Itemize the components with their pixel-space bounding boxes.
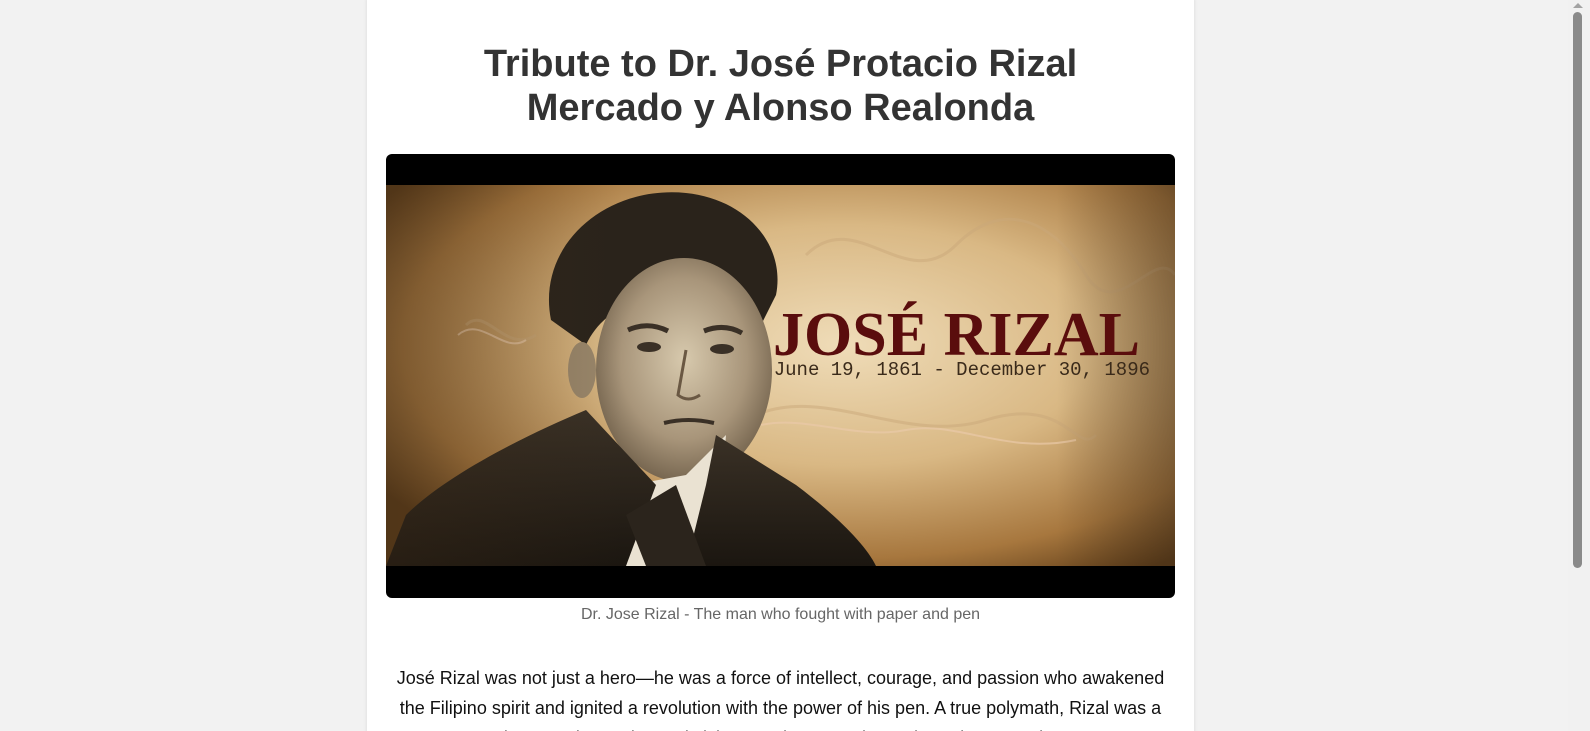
- hero-image-frame: JOSÉ RIZAL June 19, 1861 - December 30, …: [386, 154, 1175, 598]
- intro-paragraph: José Rizal was not just a hero—he was a …: [396, 668, 1165, 731]
- scrollbar-thumb[interactable]: [1573, 12, 1582, 568]
- page-title: Tribute to Dr. José Protacio Rizal Merca…: [367, 42, 1194, 130]
- page-title-line-1: Tribute to Dr. José Protacio Rizal: [483, 43, 1078, 85]
- scroll-up-arrow-icon[interactable]: [1573, 3, 1583, 8]
- hero-image: JOSÉ RIZAL June 19, 1861 - December 30, …: [386, 185, 1175, 566]
- page: Tribute to Dr. José Protacio Rizal Merca…: [0, 0, 1590, 731]
- overlay-dates: June 19, 1861 - December 30, 1896: [774, 359, 1150, 381]
- image-caption: Dr. Jose Rizal - The man who fought with…: [580, 606, 981, 623]
- vertical-scrollbar[interactable]: [1568, 0, 1590, 731]
- tribute-card: Tribute to Dr. José Protacio Rizal Merca…: [367, 0, 1194, 731]
- page-title-line-2: Mercado y Alonso Realonda: [526, 87, 1035, 129]
